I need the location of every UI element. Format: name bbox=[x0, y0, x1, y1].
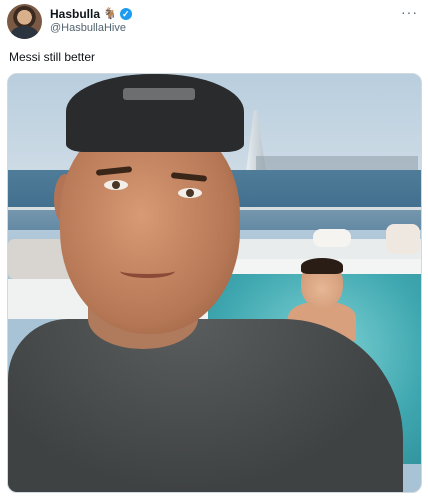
photo-man-cap bbox=[66, 74, 244, 152]
photo-skyline bbox=[238, 156, 418, 170]
photo-child-hair bbox=[301, 258, 343, 274]
author-name-row: Hasbulla 🐐 ✓ bbox=[50, 6, 132, 22]
photo-left-eye bbox=[104, 180, 128, 190]
photo-cushion bbox=[386, 224, 420, 254]
photo-mouth bbox=[120, 264, 175, 278]
avatar[interactable] bbox=[7, 4, 42, 39]
more-options-icon[interactable]: ··· bbox=[401, 4, 418, 20]
verified-badge-icon: ✓ bbox=[119, 8, 132, 20]
photo-right-eye bbox=[178, 188, 202, 198]
photo-man-shirt bbox=[8, 319, 403, 492]
display-name[interactable]: Hasbulla bbox=[50, 7, 100, 21]
tweet-photo[interactable] bbox=[7, 73, 422, 493]
user-handle[interactable]: @HasbullaHive bbox=[50, 22, 126, 34]
photo-pillow bbox=[313, 229, 351, 247]
photo-cap-strap bbox=[123, 88, 195, 100]
tweet-card[interactable]: Hasbulla 🐐 ✓ @HasbullaHive ··· Messi sti… bbox=[0, 0, 428, 501]
goat-emoji-icon: 🐐 bbox=[103, 7, 117, 20]
tweet-text: Messi still better bbox=[9, 50, 96, 64]
